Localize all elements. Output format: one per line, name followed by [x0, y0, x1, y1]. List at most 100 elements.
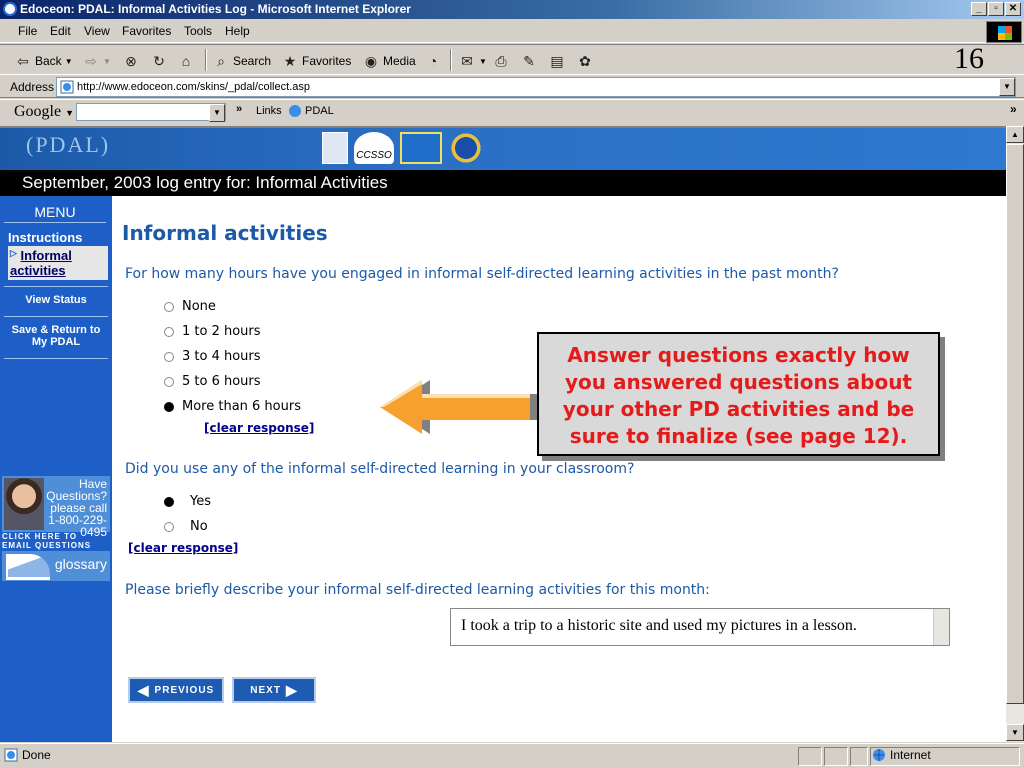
discuss-button[interactable]: ▤	[548, 52, 566, 70]
address-input[interactable]: http://www.edoceon.com/skins/_pdal/colle…	[56, 77, 1016, 97]
glossary-link[interactable]: glossary	[2, 551, 110, 581]
print-button[interactable]: ⎙	[492, 52, 510, 70]
radio-option-yes[interactable]: Yes	[164, 494, 211, 509]
person-photo	[4, 478, 44, 530]
refresh-icon: ↻	[153, 53, 165, 69]
sidebar-item-save-return[interactable]: Save & Return to My PDAL	[4, 324, 108, 348]
menu-edit[interactable]: Edit	[50, 24, 71, 38]
print-icon: ⎙	[495, 53, 507, 69]
scroll-up-button[interactable]: ▲	[1006, 126, 1024, 143]
banner: (PDAL) CCSSO	[0, 128, 1006, 170]
back-button[interactable]: ⇦ Back ▼	[14, 52, 72, 70]
menu-bar: File Edit View Favorites Tools Help	[0, 19, 1024, 43]
radio-option-5-6-hours[interactable]: 5 to 6 hours	[164, 374, 261, 389]
option-label: No	[190, 519, 208, 534]
page-icon	[60, 80, 74, 94]
menu-favorites[interactable]: Favorites	[122, 24, 171, 38]
description-textarea[interactable]: I took a trip to a historic site and use…	[450, 608, 950, 646]
windows-logo	[986, 21, 1022, 43]
radio-button[interactable]	[164, 521, 174, 532]
radio-button[interactable]	[164, 326, 174, 337]
question-2: Did you use any of the informal self-dir…	[125, 461, 635, 477]
radio-button[interactable]	[164, 376, 174, 387]
option-label: 5 to 6 hours	[182, 374, 261, 389]
edit-button[interactable]: ✎	[520, 52, 538, 70]
sidebar-item-instructions[interactable]: Instructions	[8, 230, 82, 245]
page-title: Informal activities	[122, 221, 328, 245]
textarea-scrollbar[interactable]	[933, 609, 949, 645]
question-3: Please briefly describe your informal se…	[125, 582, 710, 598]
chevron-right-icon[interactable]: »	[236, 103, 242, 115]
search-icon: ⌕	[217, 53, 225, 69]
restore-button[interactable]: ▫	[988, 2, 1004, 16]
chevron-right-icon[interactable]: »	[1010, 102, 1017, 116]
pdal-link[interactable]: PDAL	[288, 104, 334, 118]
pdal-banner-text: (PDAL)	[26, 132, 111, 157]
status-label: Done	[22, 748, 51, 762]
radio-button[interactable]	[164, 301, 174, 312]
nas-logo	[322, 132, 348, 164]
close-button[interactable]: ✕	[1005, 2, 1021, 16]
forward-button[interactable]: ⇨ ▼	[82, 52, 111, 70]
address-label: Address	[10, 80, 55, 94]
sidebar-item-view-status[interactable]: View Status	[4, 294, 108, 306]
vertical-scrollbar[interactable]: ▲ ▼	[1006, 126, 1024, 742]
stop-button[interactable]: ⊗	[122, 52, 140, 70]
google-logo[interactable]: Google ▼	[14, 103, 74, 121]
clear-response-link-q1[interactable]: [clear response]	[204, 421, 314, 435]
radio-button[interactable]	[164, 351, 174, 362]
radio-option-more-than-6-hours[interactable]: More than 6 hours	[164, 399, 301, 414]
book-icon	[6, 554, 50, 580]
address-dropdown-button[interactable]: ▼	[999, 78, 1015, 96]
scroll-down-button[interactable]: ▼	[1006, 724, 1024, 741]
home-button[interactable]: ⌂	[177, 52, 195, 70]
menu-tools[interactable]: Tools	[184, 24, 212, 38]
ie-icon	[3, 2, 17, 16]
scroll-thumb[interactable]	[1006, 144, 1024, 704]
media-button[interactable]: ◉ Media	[362, 52, 416, 70]
radio-button-selected[interactable]	[164, 401, 174, 412]
messenger-button[interactable]: ✿	[576, 52, 594, 70]
help-phone-box[interactable]: Have Questions? please call 1-800-229-04…	[2, 476, 110, 538]
status-bar: Done Internet	[0, 743, 1024, 768]
triangle-right-icon: ▷	[10, 248, 17, 258]
messenger-icon: ✿	[579, 53, 591, 69]
option-label: None	[182, 299, 216, 314]
next-button[interactable]: NEXT ▶	[232, 677, 316, 703]
address-url: http://www.edoceon.com/skins/_pdal/colle…	[77, 81, 310, 93]
favorites-button[interactable]: ★ Favorites	[281, 52, 352, 70]
mail-button[interactable]: ✉ ▼	[458, 52, 487, 70]
radio-option-3-4-hours[interactable]: 3 to 4 hours	[164, 349, 261, 364]
media-icon: ◉	[364, 53, 378, 69]
address-bar: Address http://www.edoceon.com/skins/_pd…	[0, 76, 1024, 98]
email-questions-link[interactable]: CLICK HERE TO EMAIL QUESTIONS	[2, 532, 110, 550]
google-search-input[interactable]: ▼	[76, 103, 226, 122]
question-1: For how many hours have you engaged in i…	[125, 266, 839, 282]
media-label: Media	[383, 54, 416, 68]
globe-icon	[873, 749, 885, 761]
radio-option-no[interactable]: No	[164, 519, 208, 534]
radio-button-selected[interactable]	[164, 496, 174, 507]
refresh-button[interactable]: ↻	[150, 52, 168, 70]
menu-help[interactable]: Help	[225, 24, 250, 38]
menu-view[interactable]: View	[84, 24, 110, 38]
radio-option-1-2-hours[interactable]: 1 to 2 hours	[164, 324, 261, 339]
clear-response-link-q2[interactable]: [clear response]	[128, 541, 238, 555]
sidebar-item-informal-activities[interactable]: ▷ Informal activities	[8, 246, 108, 280]
slide-number: 16	[954, 42, 984, 75]
google-label: Google	[14, 103, 62, 120]
browser-window: Edoceon: PDAL: Informal Activities Log -…	[0, 0, 1024, 768]
nsf-logo	[448, 132, 484, 164]
minimize-button[interactable]: _	[971, 2, 987, 16]
radio-option-none[interactable]: None	[164, 299, 216, 314]
menu-file[interactable]: File	[18, 24, 37, 38]
arrow-right-icon: ▶	[285, 681, 298, 698]
option-label: 3 to 4 hours	[182, 349, 261, 364]
history-button[interactable]: ◔	[424, 52, 442, 70]
previous-button[interactable]: ◀ PREVIOUS	[128, 677, 224, 703]
favorites-icon: ★	[283, 53, 297, 69]
title-bar: Edoceon: PDAL: Informal Activities Log -…	[0, 0, 1024, 19]
back-label: Back	[35, 54, 62, 68]
search-button[interactable]: ⌕ Search	[212, 52, 271, 70]
google-dropdown-button[interactable]: ▼	[209, 104, 225, 122]
